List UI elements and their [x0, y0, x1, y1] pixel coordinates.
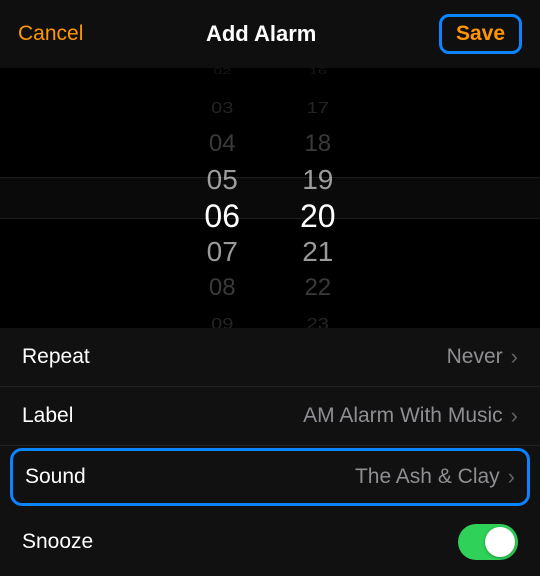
picker-item: 21	[302, 234, 333, 270]
settings-list: Repeat Never › Label AM Alarm With Music…	[0, 328, 540, 576]
picker-item-selected-minute: 20	[300, 198, 336, 234]
picker-item: 17	[307, 94, 329, 123]
row-value: Never	[447, 345, 503, 369]
page-title: Add Alarm	[206, 21, 316, 47]
row-value: The Ash & Clay	[355, 465, 500, 489]
cancel-button[interactable]: Cancel	[18, 22, 83, 46]
row-sound[interactable]: Sound The Ash & Clay ›	[10, 448, 530, 506]
row-repeat[interactable]: Repeat Never ›	[0, 328, 540, 387]
picker-item: 22	[304, 270, 331, 306]
picker-item: 18	[304, 126, 331, 162]
chevron-right-icon: ›	[511, 403, 518, 429]
toggle-knob	[485, 527, 515, 557]
picker-item-selected-hour: 06	[204, 198, 240, 234]
time-picker[interactable]: 02 03 04 05 06 07 08 09 16 17 18 19 20 2…	[0, 68, 540, 328]
chevron-right-icon: ›	[508, 464, 515, 490]
picker-item: 09	[211, 310, 233, 328]
picker-item: 19	[302, 162, 333, 198]
row-label: Label	[22, 404, 73, 428]
picker-item: 07	[207, 234, 238, 270]
header-bar: Cancel Add Alarm Save	[0, 0, 540, 68]
row-label: Snooze	[22, 530, 93, 554]
picker-item: 04	[209, 126, 236, 162]
hour-picker-column[interactable]: 02 03 04 05 06 07 08 09	[204, 68, 240, 328]
picker-item: 03	[211, 94, 233, 123]
row-value: AM Alarm With Music	[303, 404, 503, 428]
row-snooze: Snooze	[0, 508, 540, 576]
picker-item: 23	[307, 310, 329, 328]
picker-item: 08	[209, 270, 236, 306]
row-label-setting[interactable]: Label AM Alarm With Music ›	[0, 387, 540, 446]
minute-picker-column[interactable]: 16 17 18 19 20 21 22 23	[300, 68, 336, 328]
save-button[interactable]: Save	[439, 14, 522, 54]
chevron-right-icon: ›	[511, 344, 518, 370]
row-label: Sound	[25, 465, 86, 489]
picker-item: 16	[309, 68, 327, 81]
row-label: Repeat	[22, 345, 90, 369]
picker-item: 05	[207, 162, 238, 198]
picker-item: 02	[213, 68, 231, 81]
snooze-toggle[interactable]	[458, 524, 518, 560]
